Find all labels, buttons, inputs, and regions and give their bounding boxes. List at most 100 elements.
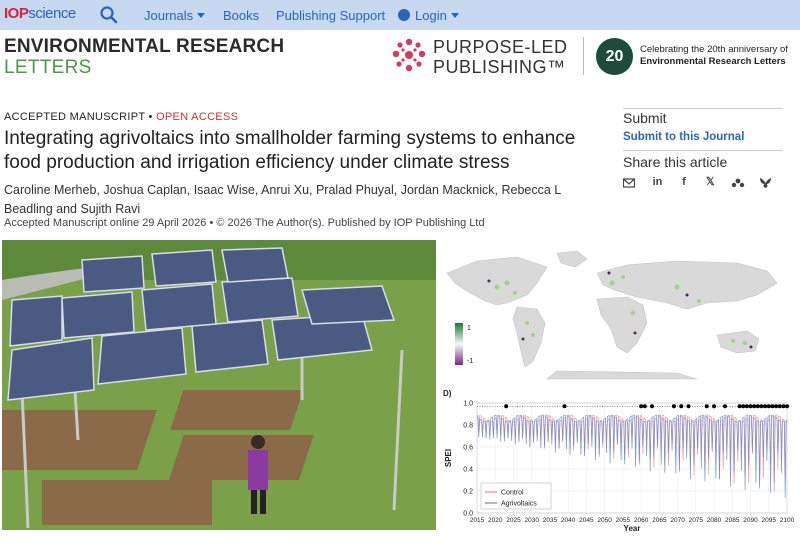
user-icon: [398, 9, 410, 21]
significance-point: [562, 404, 567, 409]
iopscience-logo[interactable]: IOPscience: [4, 5, 76, 22]
x-tick-label: 2030: [524, 517, 539, 524]
x-tick-label: 2025: [506, 517, 521, 524]
significance-point: [755, 404, 760, 409]
x-tick-label: 2085: [725, 517, 740, 524]
nav-books-label: Books: [223, 8, 260, 23]
sidebar-divider: [623, 108, 783, 109]
legend-label: Control: [501, 490, 524, 497]
search-icon[interactable]: [99, 5, 119, 25]
spei-world-map: 1 -1: [446, 250, 778, 380]
map-legend-max: 1: [467, 325, 471, 332]
journal-title-line2[interactable]: LETTERS: [4, 57, 92, 79]
significance-point: [741, 404, 746, 409]
spei-time-series-chart: 0.00.20.40.60.81.02015 2020 2025 2030 2035 20…: [443, 389, 795, 533]
x-tick-label: 2080: [707, 517, 722, 524]
chevron-down-icon: [197, 13, 206, 18]
anniversary-badge: 20: [596, 38, 633, 75]
mendeley-icon[interactable]: [731, 177, 745, 189]
logo-science-text: science: [28, 5, 76, 22]
nav-login-label: Login: [415, 8, 447, 23]
brand-line2: PUBLISHING™: [433, 57, 566, 77]
x-tick-label: 2090: [743, 517, 758, 524]
journal-title-line1[interactable]: ENVIRONMENTAL RESEARCH: [4, 36, 284, 58]
accepted-manuscript-label: ACCEPTED MANUSCRIPT: [4, 111, 146, 123]
significance-point: [642, 404, 647, 409]
x-tick-label: 2045: [579, 517, 594, 524]
purpose-led-publishing-logo-icon: [392, 38, 426, 72]
significance-point: [679, 404, 684, 409]
map-legend-min: -1: [467, 358, 473, 365]
significance-point: [774, 404, 779, 409]
significance-point: [704, 404, 709, 409]
top-navigation-bar: IOPscience Journals Books Publishing Sup…: [0, 0, 800, 30]
significance-point: [752, 404, 757, 409]
nav-login[interactable]: Login: [398, 8, 459, 23]
significance-point: [744, 404, 749, 409]
x-tick-label: 2040: [561, 517, 576, 524]
significance-point: [504, 404, 509, 409]
significance-point: [777, 404, 782, 409]
significance-point: [785, 404, 789, 409]
bluesky-icon[interactable]: [759, 177, 772, 189]
open-access-label: OPEN ACCESS: [156, 111, 239, 123]
legend-label: Agrivoltaics: [501, 501, 537, 508]
x-tick-label: 2020: [488, 517, 503, 524]
sidebar-divider: [623, 150, 783, 151]
share-icons: in f 𝕏: [622, 176, 772, 190]
map-legend-colorbar: [455, 323, 463, 365]
y-axis-title: SPEI: [444, 449, 453, 467]
x-tick-label: 2050: [597, 517, 612, 524]
x-tick-label: 2015: [470, 517, 485, 524]
facebook-icon[interactable]: f: [678, 176, 690, 188]
submit-to-journal-link[interactable]: Submit to this Journal: [623, 131, 744, 143]
email-icon[interactable]: [622, 177, 636, 189]
share-heading: Share this article: [623, 154, 728, 170]
significance-point: [650, 404, 655, 409]
x-tick-label: 2070: [670, 517, 685, 524]
y-tick-label: 0.6: [463, 445, 473, 452]
x-tick-label: 2065: [652, 517, 667, 524]
x-tick-label: 2035: [543, 517, 558, 524]
y-tick-label: 0.4: [463, 467, 473, 474]
nav-journals[interactable]: Journals: [144, 8, 206, 23]
chevron-down-icon: [450, 13, 459, 18]
significance-point: [781, 404, 786, 409]
anniversary-line1: Celebrating the 20th anniversary of: [640, 44, 788, 55]
x-icon[interactable]: 𝕏: [704, 176, 716, 188]
significance-point: [748, 404, 753, 409]
article-title: Integrating agrivoltaics into smallholde…: [4, 128, 576, 173]
y-tick-label: 0.2: [463, 489, 473, 496]
panel-label: D): [443, 389, 452, 398]
linkedin-icon[interactable]: in: [651, 176, 663, 188]
nav-journals-label: Journals: [144, 8, 194, 23]
significance-point: [759, 404, 764, 409]
header-divider: [583, 37, 584, 75]
brand-line1: PURPOSE-LED: [433, 37, 568, 57]
x-tick-label: 2075: [689, 517, 704, 524]
significance-point: [712, 404, 717, 409]
x-tick-label: 2095: [762, 517, 777, 524]
significance-point: [737, 404, 742, 409]
x-axis-title: Year: [624, 524, 641, 533]
nav-publishing-support[interactable]: Publishing Support: [276, 8, 385, 23]
significance-point: [686, 404, 691, 409]
significance-point: [770, 404, 775, 409]
article-authors[interactable]: Caroline Merheb, Joshua Caplan, Isaac Wi…: [4, 181, 604, 219]
submit-heading: Submit: [623, 110, 667, 126]
logo-iop-text: IOP: [4, 5, 29, 22]
significance-point: [671, 404, 676, 409]
x-tick-label: 2100: [780, 517, 795, 524]
article-kicker: ACCEPTED MANUSCRIPT • OPEN ACCESS: [4, 111, 238, 123]
significance-point: [766, 404, 771, 409]
y-tick-label: 1.0: [463, 401, 473, 408]
significance-point: [723, 404, 727, 409]
y-tick-label: 0.8: [463, 423, 473, 430]
significance-point: [639, 404, 644, 409]
kicker-separator: •: [145, 111, 157, 123]
nav-publishing-support-label: Publishing Support: [276, 8, 386, 23]
agrivoltaics-field-photo: [2, 240, 436, 530]
x-tick-label: 2060: [634, 517, 649, 524]
nav-books[interactable]: Books: [223, 8, 259, 23]
anniversary-line2: Environmental Research Letters: [640, 56, 786, 67]
